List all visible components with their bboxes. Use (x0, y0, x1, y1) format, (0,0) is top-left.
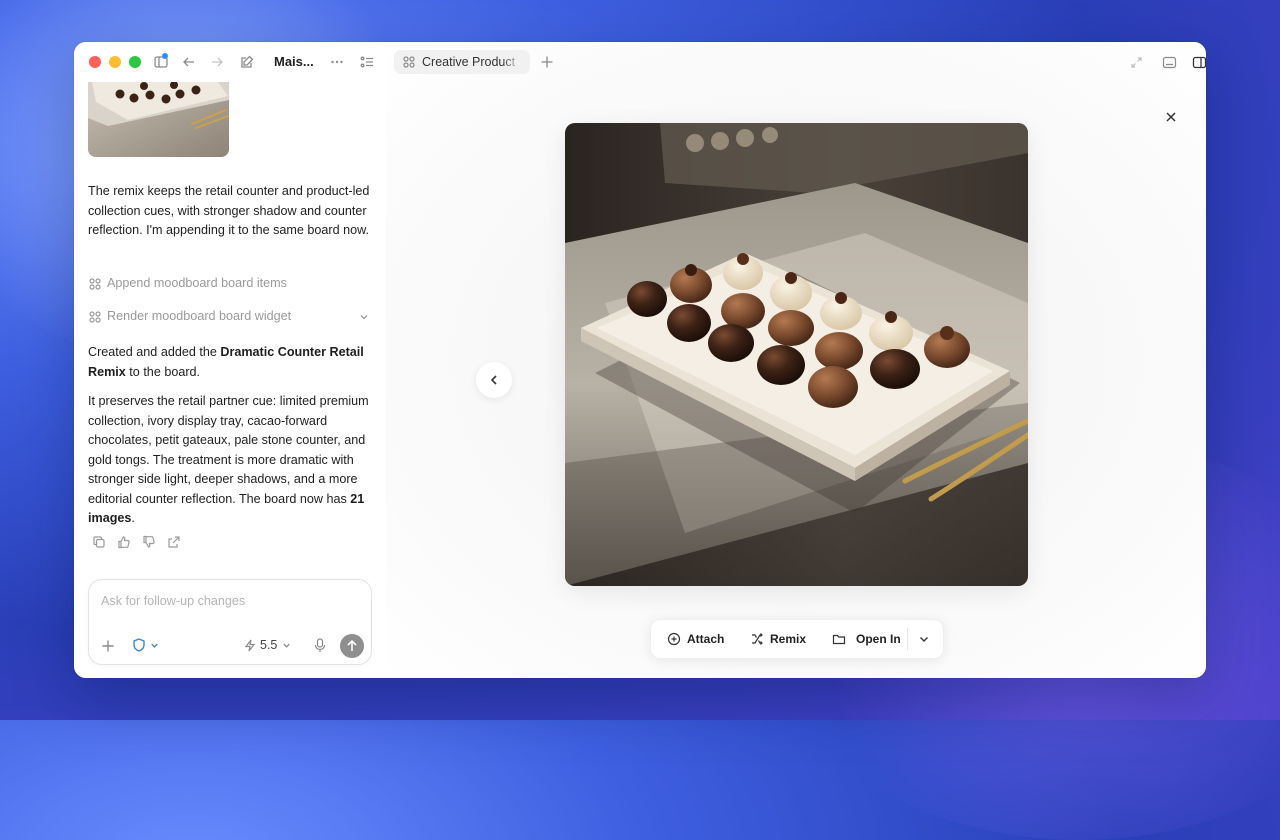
new-chat-icon[interactable] (239, 54, 255, 70)
toolbar-divider (907, 628, 908, 650)
assistant-message-1: The remix keeps the retail counter and p… (88, 184, 370, 237)
message-text: . (131, 511, 135, 525)
tool-call-label: Append moodboard board items (107, 276, 287, 290)
attach-label: Attach (687, 632, 725, 646)
window-title: Mais... (274, 54, 314, 69)
chevron-down-icon (917, 632, 931, 646)
generated-image-preview[interactable] (565, 123, 1028, 586)
generated-image-thumbnail[interactable] (88, 82, 229, 157)
remix-label: Remix (770, 632, 807, 646)
message-text: to the board. (125, 364, 201, 379)
tool-call-label: Render moodboard board widget (107, 309, 292, 323)
app-window: Mais... The remix keeps the retail count… (74, 42, 1206, 678)
close-viewer-icon[interactable] (1164, 110, 1178, 124)
arrow-up-icon (347, 639, 357, 651)
terminal-panel-icon[interactable] (1162, 55, 1177, 70)
tab-creative-product[interactable]: Creative Product (394, 50, 530, 74)
lightning-icon[interactable] (244, 639, 256, 652)
notification-dot (162, 53, 168, 59)
open-in-label: Open In (856, 632, 901, 646)
chevron-left-icon (490, 375, 497, 385)
chevron-down-icon[interactable] (281, 640, 292, 651)
tool-grid-icon (88, 310, 102, 324)
chevron-down-icon[interactable] (149, 640, 160, 651)
attach-button[interactable]: Attach (667, 620, 727, 658)
remix-icon (750, 632, 764, 646)
remix-button[interactable]: Remix (750, 620, 810, 658)
tool-call-append-moodboard[interactable]: Append moodboard board items (88, 275, 370, 293)
open-in-dropdown-button[interactable] (917, 620, 931, 658)
task-list-icon[interactable] (359, 54, 375, 70)
titlebar: Mais... (74, 42, 386, 82)
image-action-toolbar: Attach Remix Open In (650, 619, 944, 659)
tool-call-render-moodboard[interactable]: Render moodboard board widget (88, 308, 370, 326)
model-version-label[interactable]: 5.5 (260, 638, 277, 652)
message-text: Created and added the (88, 345, 221, 359)
image-viewer-pane: Creative Product Attach Remix Open In (386, 42, 1206, 678)
composer: 5.5 (88, 579, 372, 665)
maximize-window-button[interactable] (129, 56, 141, 68)
tab-grid-icon (402, 55, 416, 69)
send-button[interactable] (340, 634, 364, 658)
close-window-button[interactable] (89, 56, 101, 68)
thumbs-up-icon[interactable] (117, 535, 131, 549)
chat-sidebar: Mais... The remix keeps the retail count… (74, 42, 387, 678)
share-icon[interactable] (167, 535, 181, 549)
thumbs-down-icon[interactable] (142, 535, 156, 549)
new-tab-plus-icon[interactable] (540, 55, 554, 69)
microphone-icon[interactable] (314, 638, 326, 653)
minimize-window-button[interactable] (109, 56, 121, 68)
expand-icon[interactable] (1130, 56, 1143, 69)
back-arrow-icon[interactable] (181, 54, 197, 70)
chevron-down-icon[interactable] (358, 311, 370, 323)
shield-icon[interactable] (131, 637, 147, 653)
assistant-message-3: It preserves the retail partner cue: lim… (88, 392, 370, 529)
follow-up-input[interactable] (99, 590, 363, 612)
more-options-icon[interactable] (329, 54, 345, 70)
open-in-button[interactable]: Open In (832, 620, 902, 658)
attach-plus-icon (667, 632, 681, 646)
assistant-message-2: Created and added the Dramatic Counter R… (88, 343, 370, 382)
copy-icon[interactable] (92, 535, 106, 549)
tool-grid-icon (88, 277, 102, 291)
forward-arrow-icon[interactable] (209, 54, 225, 70)
previous-image-button[interactable] (476, 362, 512, 398)
folder-icon (832, 632, 846, 646)
plus-icon[interactable] (101, 639, 115, 653)
tab-label: Creative Product (422, 55, 516, 69)
message-text: It preserves the retail partner cue: lim… (88, 394, 369, 506)
right-panel-toggle-icon[interactable] (1192, 55, 1206, 70)
